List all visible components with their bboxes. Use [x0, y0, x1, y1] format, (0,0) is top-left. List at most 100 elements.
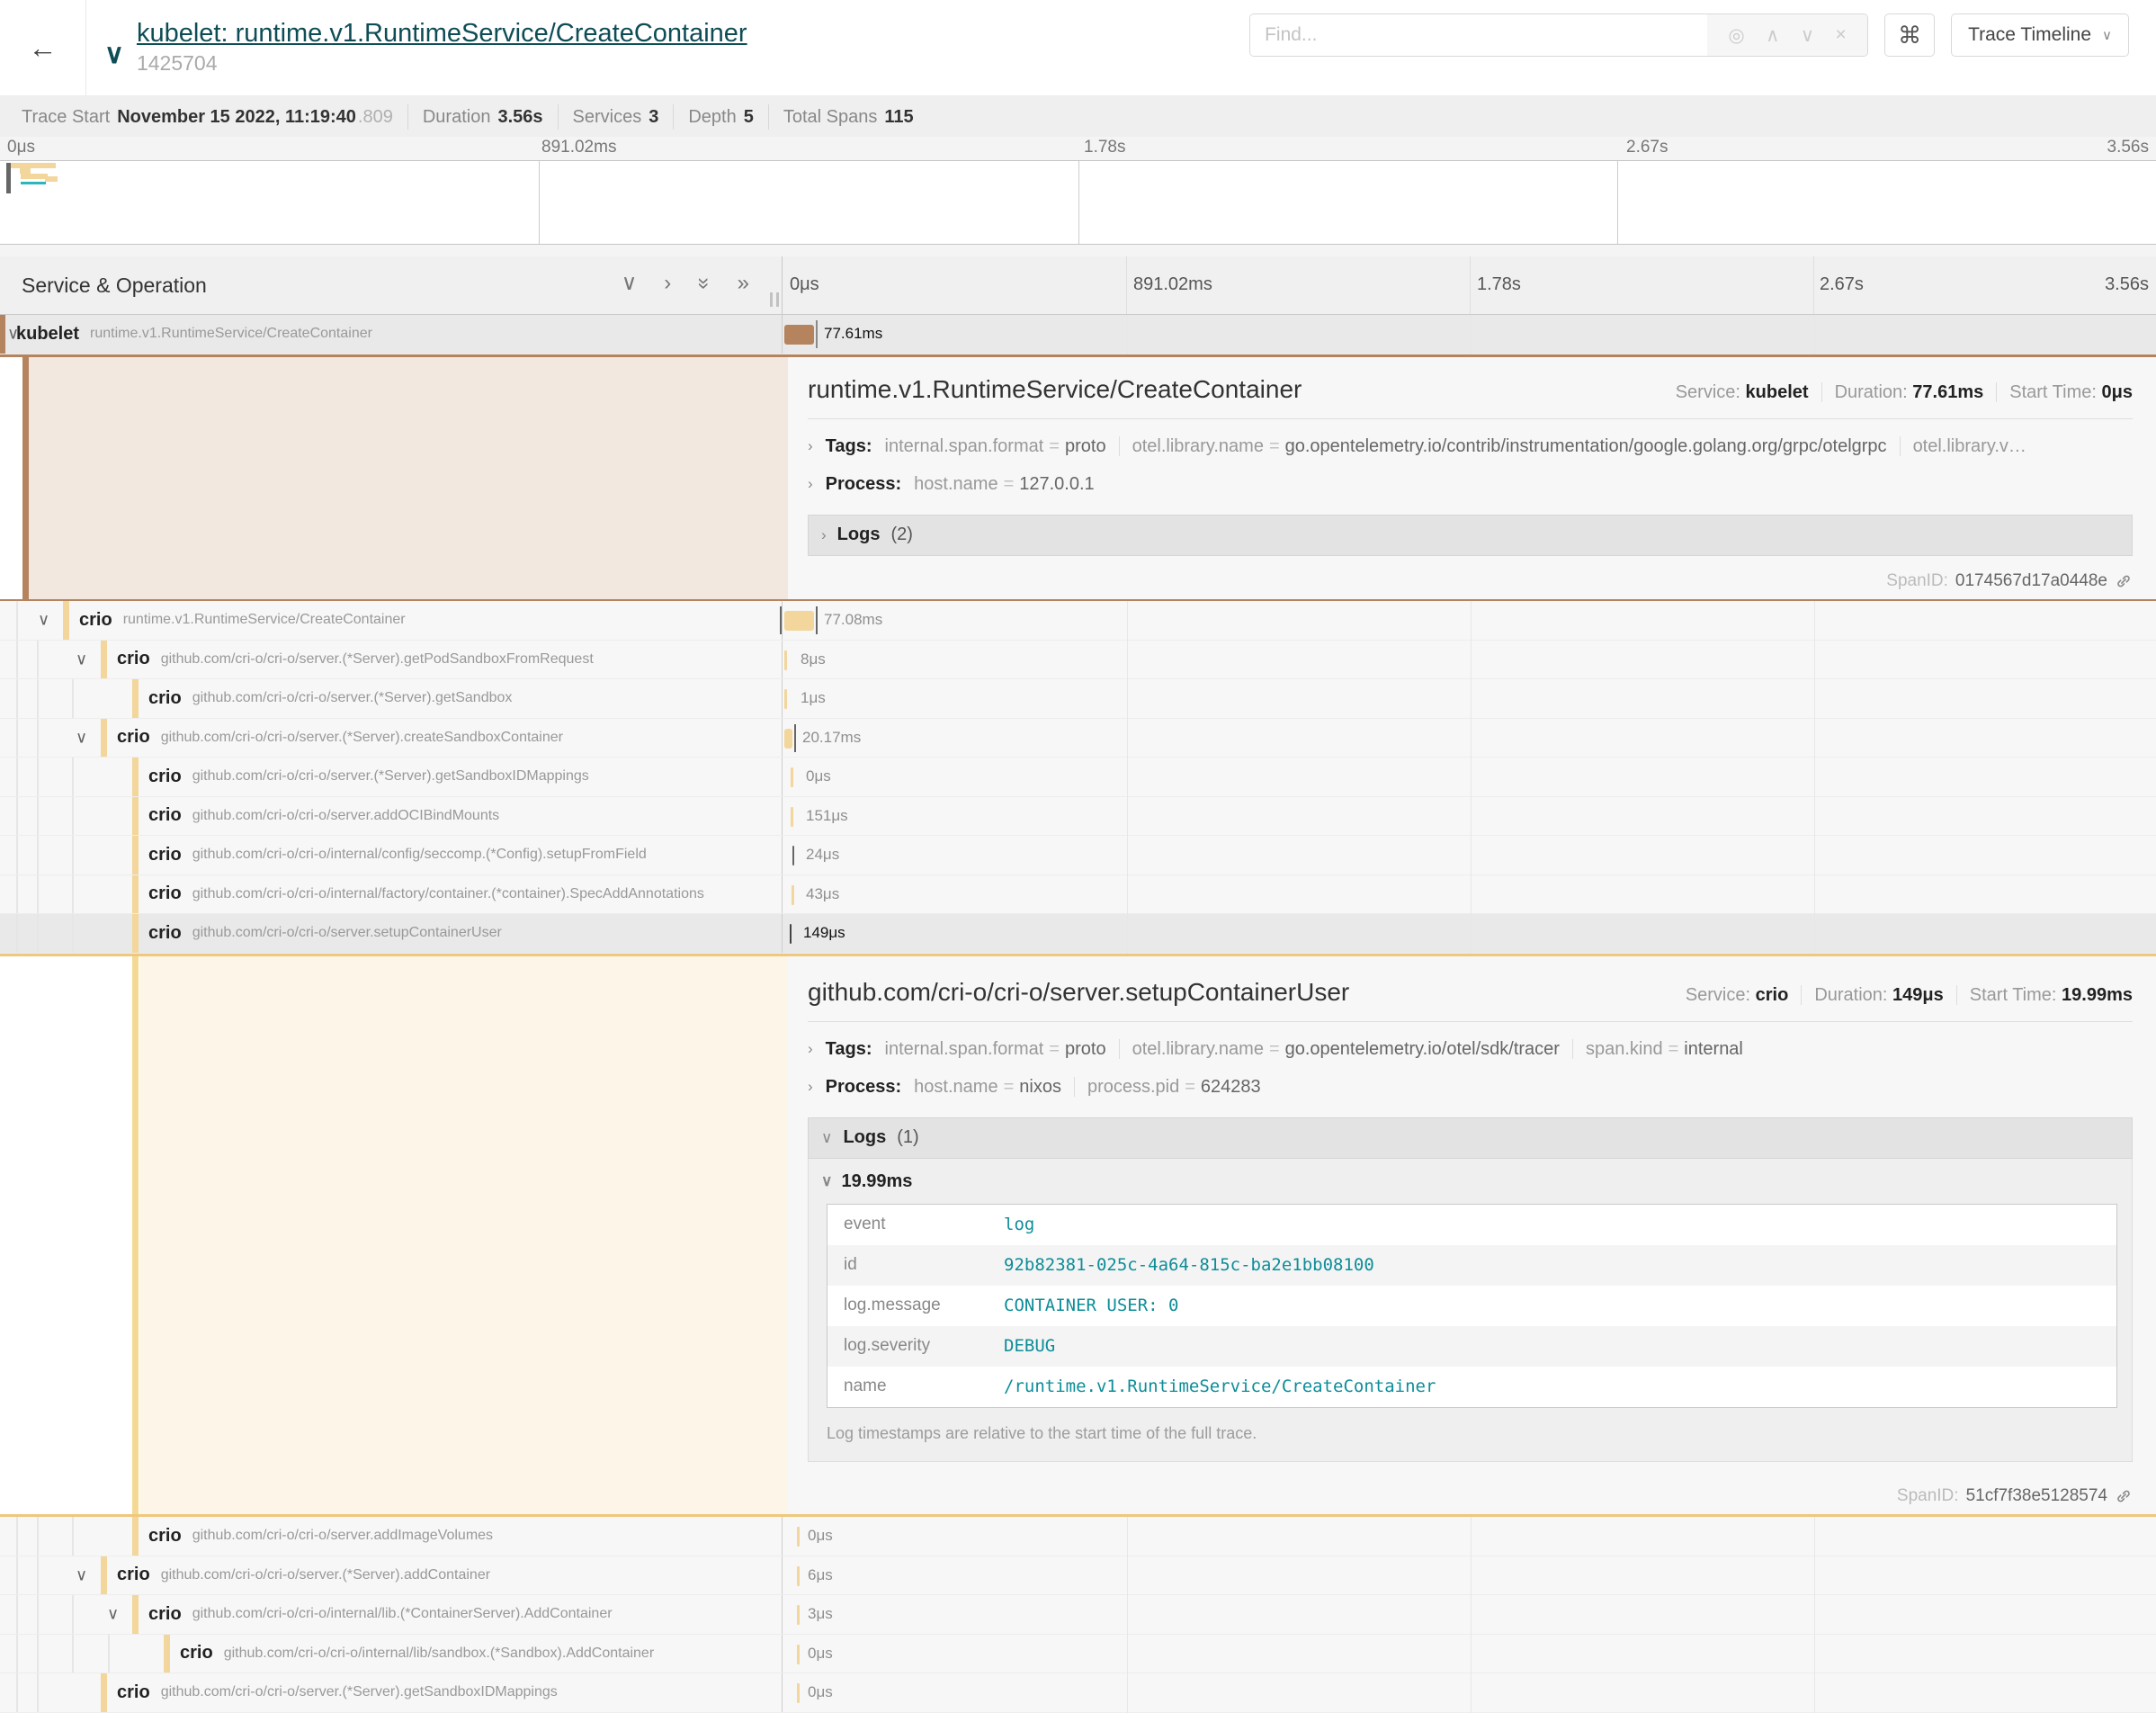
back-button[interactable]: ← [0, 0, 86, 95]
find-input[interactable] [1250, 14, 1707, 56]
span-row[interactable]: crio github.com/cri-o/cri-o/server.(*Ser… [0, 758, 2156, 797]
span-row-left: ∨ kubelet runtime.v1.RuntimeService/Crea… [0, 315, 783, 354]
keyboard-shortcuts-button[interactable]: ⌘ [1884, 13, 1935, 57]
span-row-timeline[interactable]: 77.08ms [783, 601, 2156, 640]
collapse-children-chevron-icon[interactable]: ∨ [7, 325, 19, 344]
span-duration-bar[interactable] [791, 807, 793, 827]
span-row-timeline[interactable]: 1μs [783, 679, 2156, 718]
span-duration-bar[interactable] [797, 1566, 800, 1586]
collapse-children-chevron-icon[interactable]: ∨ [76, 1565, 87, 1584]
span-duration-bar[interactable] [797, 1645, 800, 1664]
collapse-children-chevron-icon[interactable]: ∨ [107, 1605, 119, 1624]
span-row-timeline[interactable]: 43μs [783, 875, 2156, 914]
span-duration-bar[interactable] [784, 611, 814, 631]
span-service-name: crio [180, 1643, 213, 1664]
span-duration-label: 0μs [808, 1527, 833, 1545]
span-service-name: crio [148, 923, 182, 944]
next-match-icon[interactable]: ∨ [1801, 24, 1814, 47]
span-duration-bar[interactable] [792, 885, 794, 905]
collapse-children-chevron-icon[interactable]: ∨ [76, 728, 87, 747]
span-duration-label: 0μs [808, 1645, 833, 1663]
span-row-timeline[interactable]: 24μs [783, 836, 2156, 874]
span-duration-bar[interactable] [784, 650, 787, 670]
span-duration-bar[interactable] [791, 767, 793, 787]
span-row-timeline[interactable]: 0μs [783, 1673, 2156, 1712]
span-log-marker [816, 606, 818, 634]
expand-process-chevron-icon[interactable]: › [808, 1078, 813, 1096]
deep-link-icon[interactable] [2115, 572, 2133, 590]
span-row-timeline[interactable]: 0μs [783, 1635, 2156, 1673]
span-duration-bar[interactable] [784, 689, 787, 709]
collapse-all-icon[interactable]: » [693, 277, 715, 289]
expand-tags-chevron-icon[interactable]: › [808, 1040, 813, 1058]
span-duration-bar[interactable] [790, 924, 792, 944]
collapse-trace-chevron-icon[interactable]: ∨ [104, 39, 124, 70]
span-duration-bar[interactable] [797, 1527, 800, 1547]
span-row-timeline[interactable]: 3μs [783, 1595, 2156, 1634]
span-operation-name: github.com/cri-o/cri-o/internal/factory/… [192, 886, 704, 902]
span-row-timeline[interactable]: 8μs [783, 641, 2156, 679]
span-row[interactable]: ∨ kubelet runtime.v1.RuntimeService/Crea… [0, 315, 2156, 354]
span-duration-bar[interactable] [784, 729, 792, 749]
span-duration-label: 77.08ms [824, 611, 882, 629]
span-row-left: crio github.com/cri-o/cri-o/server.(*Ser… [0, 758, 783, 796]
span-operation-name: github.com/cri-o/cri-o/server.(*Server).… [161, 1567, 490, 1583]
collapse-children-chevron-icon[interactable]: ∨ [38, 611, 49, 630]
span-row-timeline[interactable]: 0μs [783, 1517, 2156, 1556]
span-row[interactable]: crio github.com/cri-o/cri-o/server.addOC… [0, 797, 2156, 837]
collapse-children-chevron-icon[interactable]: ∨ [76, 650, 87, 668]
span-row-timeline[interactable]: 20.17ms [783, 719, 2156, 758]
span-row-timeline[interactable]: 151μs [783, 797, 2156, 836]
locate-icon[interactable]: ◎ [1728, 24, 1744, 47]
span-row[interactable]: ∨ crio github.com/cri-o/cri-o/server.(*S… [0, 719, 2156, 758]
span-duration-label: 0μs [808, 1683, 833, 1701]
trace-total-spans: Total Spans115 [769, 104, 928, 130]
span-duration-label: 151μs [806, 807, 848, 825]
span-duration-bar[interactable] [792, 846, 794, 865]
expand-tags-chevron-icon[interactable]: › [808, 437, 813, 455]
collapse-one-icon[interactable]: ∨ [622, 273, 638, 294]
expand-one-icon[interactable]: › [664, 273, 671, 294]
span-row-timeline[interactable]: 77.61ms [783, 315, 2156, 354]
log-entry-header[interactable]: ∨ 19.99ms [821, 1171, 2117, 1192]
span-duration-label: 0μs [806, 767, 831, 785]
span-row-timeline[interactable]: 0μs [783, 758, 2156, 796]
span-row[interactable]: crio github.com/cri-o/cri-o/server.setup… [0, 914, 2156, 954]
span-row[interactable]: crio github.com/cri-o/cri-o/internal/fac… [0, 875, 2156, 915]
span-row[interactable]: crio github.com/cri-o/cri-o/internal/con… [0, 836, 2156, 875]
minimap-canvas[interactable] [0, 160, 2156, 245]
span-service-name: kubelet [16, 324, 79, 345]
span-row[interactable]: crio github.com/cri-o/cri-o/server.(*Ser… [0, 679, 2156, 719]
logs-accordion[interactable]: › Logs(2) [808, 515, 2133, 556]
minimap-span-shape [21, 182, 46, 184]
span-row[interactable]: ∨ crio github.com/cri-o/cri-o/server.(*S… [0, 1556, 2156, 1596]
span-duration-label: 3μs [808, 1605, 833, 1623]
span-row[interactable]: ∨ crio github.com/cri-o/cri-o/internal/l… [0, 1595, 2156, 1635]
span-duration-bar[interactable] [797, 1605, 800, 1625]
span-duration-label: 1μs [801, 689, 826, 707]
span-row[interactable]: crio github.com/cri-o/cri-o/server.(*Ser… [0, 1673, 2156, 1713]
span-row-timeline[interactable]: 149μs [783, 914, 2156, 953]
span-duration-bar[interactable] [784, 325, 814, 345]
span-operation-name: github.com/cri-o/cri-o/server.setupConta… [192, 925, 502, 941]
span-row[interactable]: ∨ crio runtime.v1.RuntimeService/CreateC… [0, 601, 2156, 641]
trace-timeline-view-selector[interactable]: Trace Timeline ∨ [1951, 13, 2129, 57]
collapse-logs-chevron-icon: ∨ [821, 1129, 832, 1147]
span-row-left: ∨ crio runtime.v1.RuntimeService/CreateC… [0, 601, 783, 640]
span-detail-meta: Service: crio Duration: 149μs Start Time… [1686, 985, 2133, 1006]
span-detail-panel: runtime.v1.RuntimeService/CreateContaine… [788, 357, 2156, 600]
column-resizer-grip[interactable] [770, 292, 779, 307]
span-row[interactable]: crio github.com/cri-o/cri-o/server.addIm… [0, 1517, 2156, 1556]
prev-match-icon[interactable]: ∧ [1766, 24, 1779, 47]
expand-process-chevron-icon[interactable]: › [808, 475, 813, 493]
span-operation-name: github.com/cri-o/cri-o/internal/lib.(*Co… [192, 1606, 613, 1622]
logs-accordion[interactable]: ∨ Logs(1) [808, 1117, 2133, 1159]
trace-title-link[interactable]: kubelet: runtime.v1.RuntimeService/Creat… [137, 20, 747, 49]
span-row[interactable]: crio github.com/cri-o/cri-o/internal/lib… [0, 1635, 2156, 1674]
span-row-timeline[interactable]: 6μs [783, 1556, 2156, 1595]
deep-link-icon[interactable] [2115, 1487, 2133, 1505]
span-duration-bar[interactable] [797, 1683, 800, 1703]
expand-all-icon[interactable]: » [738, 273, 749, 294]
span-row[interactable]: ∨ crio github.com/cri-o/cri-o/server.(*S… [0, 641, 2156, 680]
clear-search-icon[interactable]: × [1835, 24, 1846, 46]
